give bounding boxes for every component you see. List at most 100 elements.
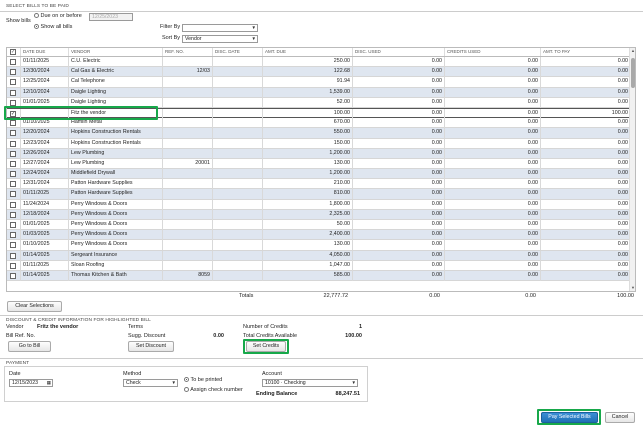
- row-checkbox[interactable]: [10, 120, 16, 127]
- cell-disc-used[interactable]: 0.00: [353, 250, 445, 261]
- cell-disc-used[interactable]: 0.00: [353, 209, 445, 220]
- table-row[interactable]: 01/03/2025 Perry Windows & Doors 2,400.00 0…: [7, 230, 631, 241]
- row-checkbox[interactable]: [10, 150, 16, 157]
- row-checkbox[interactable]: [10, 222, 16, 228]
- table-row[interactable]: 12/23/2024 Hopkins Construction Rentals 15…: [7, 138, 631, 149]
- col-disc-date[interactable]: DISC. DATE: [213, 48, 263, 56]
- cancel-button[interactable]: Cancel: [605, 412, 635, 423]
- cell-disc-used[interactable]: 0.00: [353, 270, 445, 281]
- row-checkbox-cell[interactable]: [7, 67, 21, 78]
- select-all-checkbox[interactable]: ✓: [7, 48, 21, 56]
- cell-disc-used[interactable]: 0.00: [353, 240, 445, 251]
- table-row[interactable]: 12/24/2024 Middlefield Drywall 1,200.00 0.0…: [7, 169, 631, 180]
- cell-amt-to-pay[interactable]: 0.00: [541, 220, 631, 230]
- row-checkbox[interactable]: [10, 201, 16, 208]
- row-checkbox[interactable]: [10, 191, 16, 198]
- cell-amt-to-pay[interactable]: 0.00: [541, 199, 631, 210]
- cell-amt-to-pay[interactable]: 0.00: [541, 148, 631, 159]
- cell-amt-to-pay[interactable]: 0.00: [541, 118, 631, 129]
- payment-date-field[interactable]: 12/15/2023 ▦: [9, 379, 53, 387]
- row-checkbox[interactable]: [10, 272, 16, 279]
- table-row[interactable]: 01/14/2025 Thomas Kitchen & Bath 8059 585.0…: [7, 270, 631, 282]
- row-checkbox-cell[interactable]: [7, 220, 21, 230]
- table-row[interactable]: 12/18/2024 Perry Windows & Doors 2,325.00 0…: [7, 209, 631, 220]
- table-scrollbar[interactable]: ▲ ▼: [629, 48, 635, 291]
- row-checkbox-cell[interactable]: [7, 128, 21, 139]
- show-all-bills-option[interactable]: Show all bills: [34, 24, 72, 30]
- table-row[interactable]: 12/27/2024 Lew Plumbing 20001 130.00 0.00 0.0…: [7, 158, 631, 170]
- row-checkbox[interactable]: [10, 262, 16, 269]
- table-row[interactable]: 01/11/2025 C.U. Electric 250.00 0.00 0.00 0.0…: [7, 57, 631, 68]
- cell-amt-to-pay[interactable]: 0.00: [541, 260, 631, 271]
- cell-disc-used[interactable]: 0.00: [353, 138, 445, 149]
- table-row[interactable]: 01/01/2025 Daigle Lighting 52.00 0.00 0.00 0.…: [7, 97, 631, 108]
- row-checkbox[interactable]: [10, 89, 16, 96]
- row-checkbox[interactable]: [10, 99, 16, 106]
- method-select[interactable]: Check ▼: [123, 379, 178, 387]
- table-row[interactable]: 12/26/2024 Lew Plumbing 1,200.00 0.00 0.00 0.…: [7, 148, 631, 159]
- due-radio[interactable]: [34, 13, 39, 19]
- clear-selections-button[interactable]: Clear Selections: [7, 301, 62, 312]
- cell-disc-used[interactable]: 0.00: [353, 199, 445, 210]
- cell-amt-to-pay[interactable]: 0.00: [541, 169, 631, 180]
- cell-amt-to-pay[interactable]: 0.00: [541, 77, 631, 88]
- sort-by-select[interactable]: Vendor ▼: [182, 35, 258, 43]
- cell-disc-used[interactable]: 0.00: [353, 128, 445, 139]
- cell-disc-used[interactable]: 0.00: [353, 67, 445, 78]
- set-discount-button[interactable]: Set Discount: [128, 341, 174, 352]
- row-checkbox-cell[interactable]: [7, 179, 21, 190]
- row-checkbox[interactable]: [10, 211, 16, 218]
- table-row[interactable]: 11/24/2024 Perry Windows & Doors 1,800.00 0…: [7, 199, 631, 210]
- account-select[interactable]: 10100 · Checking ▼: [262, 379, 358, 387]
- assign-check-radio[interactable]: [184, 387, 189, 393]
- row-checkbox-cell[interactable]: [7, 57, 21, 67]
- cell-disc-used[interactable]: 0.00: [353, 220, 445, 230]
- cell-amt-to-pay[interactable]: 0.00: [541, 57, 631, 67]
- table-row[interactable]: 01/11/2025 Sloan Roofing 1,047.00 0.00 0.00 0…: [7, 260, 631, 271]
- cell-disc-used[interactable]: 0.00: [353, 57, 445, 67]
- col-amt-due[interactable]: AMT. DUE: [263, 48, 353, 56]
- go-to-bill-button[interactable]: Go to Bill: [8, 341, 51, 352]
- table-row[interactable]: 12/31/2024 Patton Hardware Supplies 210.00…: [7, 179, 631, 190]
- cell-disc-used[interactable]: 0.00: [353, 260, 445, 271]
- cell-amt-to-pay[interactable]: 0.00: [541, 128, 631, 139]
- row-checkbox[interactable]: [10, 252, 16, 259]
- scroll-down-icon[interactable]: ▼: [630, 285, 635, 291]
- row-checkbox-cell[interactable]: [7, 260, 21, 271]
- show-all-radio[interactable]: [34, 24, 39, 30]
- col-ref-no[interactable]: REF. NO.: [163, 48, 213, 56]
- scroll-thumb[interactable]: [631, 58, 635, 88]
- cell-disc-used[interactable]: 0.00: [353, 189, 445, 200]
- cell-amt-to-pay[interactable]: 0.00: [541, 158, 631, 169]
- row-checkbox-cell[interactable]: [7, 199, 21, 210]
- table-row[interactable]: 01/10/2025 Hamlin Metal 670.00 0.00 0.00 0.00: [7, 118, 631, 129]
- col-amt-to-pay[interactable]: AMT. TO PAY: [541, 48, 635, 56]
- cell-disc-used[interactable]: 0.00: [353, 77, 445, 88]
- row-checkbox-cell[interactable]: [7, 270, 21, 281]
- header-checkbox[interactable]: ✓: [10, 49, 16, 55]
- row-checkbox[interactable]: [10, 140, 16, 147]
- scroll-up-icon[interactable]: ▲: [630, 48, 635, 54]
- cell-disc-used[interactable]: 0.00: [353, 97, 445, 108]
- row-checkbox-cell[interactable]: [7, 189, 21, 200]
- to-be-printed-option[interactable]: To be printed: [184, 377, 222, 383]
- row-checkbox-cell[interactable]: [7, 118, 21, 129]
- cell-amt-to-pay[interactable]: 0.00: [541, 97, 631, 108]
- row-checkbox-cell[interactable]: [7, 97, 21, 108]
- table-row[interactable]: 01/10/2025 Perry Windows & Doors 130.00 0.0…: [7, 240, 631, 251]
- row-checkbox[interactable]: [10, 69, 16, 76]
- cell-disc-used[interactable]: 0.00: [353, 179, 445, 190]
- filter-by-select[interactable]: ▼: [182, 24, 258, 32]
- cell-disc-used[interactable]: 0.00: [353, 230, 445, 241]
- row-checkbox-cell[interactable]: [7, 87, 21, 98]
- to-be-printed-radio[interactable]: [184, 377, 189, 383]
- row-checkbox[interactable]: [10, 79, 16, 86]
- table-row[interactable]: 12/10/2024 Daigle Lighting 1,539.00 0.00 0.0…: [7, 87, 631, 98]
- row-checkbox[interactable]: ✓: [10, 110, 16, 117]
- cell-amt-to-pay[interactable]: 0.00: [541, 270, 631, 281]
- row-checkbox[interactable]: [10, 59, 16, 65]
- row-checkbox[interactable]: [10, 171, 16, 178]
- cell-amt-to-pay[interactable]: 0.00: [541, 209, 631, 220]
- col-date-due[interactable]: DATE DUE: [21, 48, 69, 56]
- row-checkbox-cell[interactable]: [7, 148, 21, 159]
